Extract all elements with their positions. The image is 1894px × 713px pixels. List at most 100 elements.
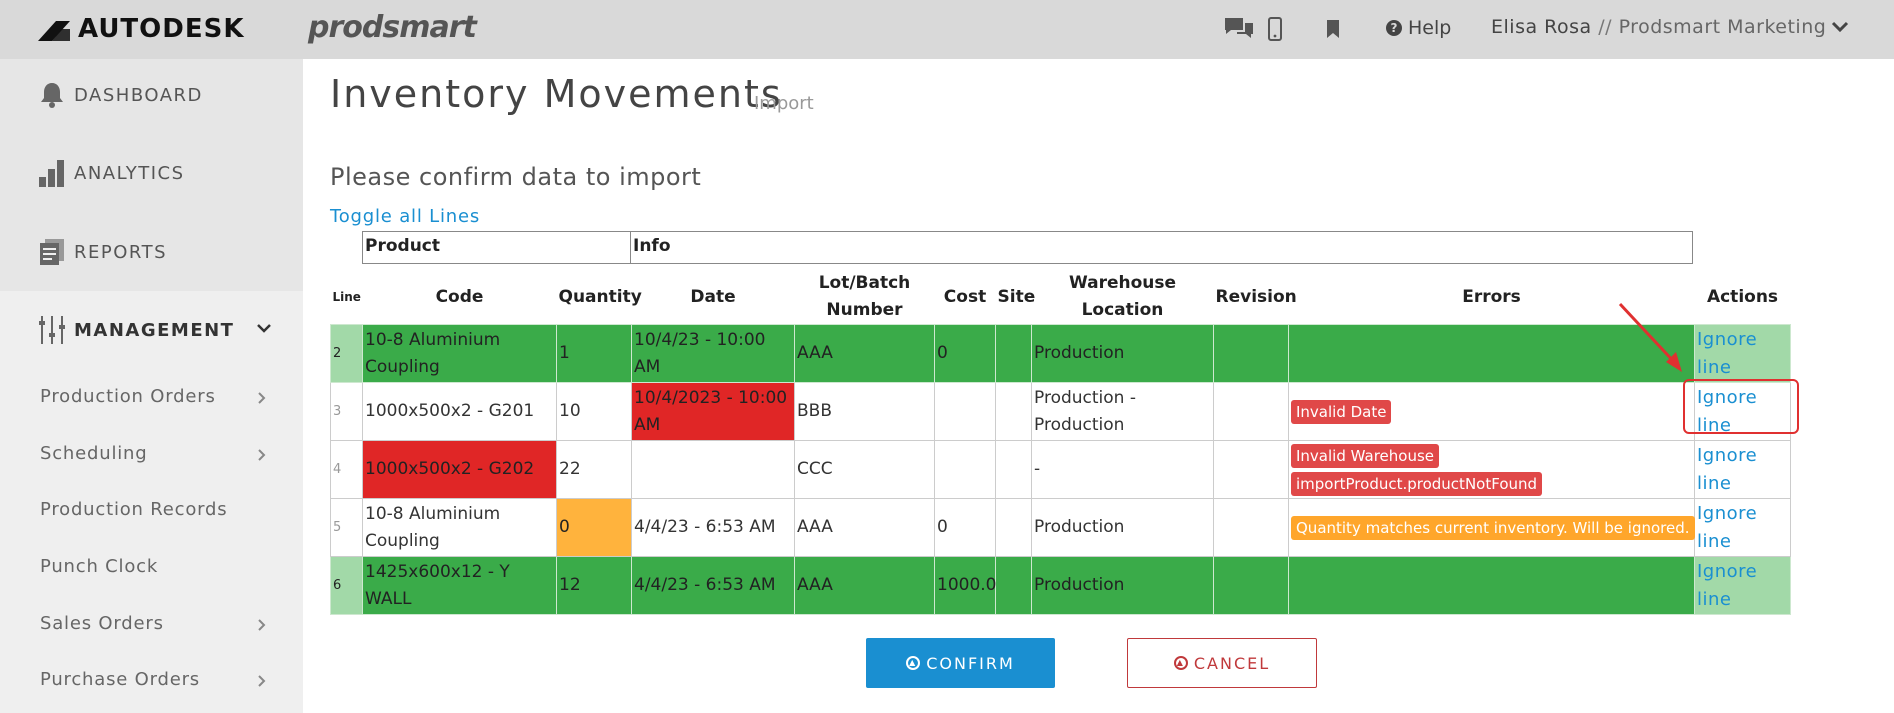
- cell-lot: BBB: [794, 382, 935, 441]
- cell-actions: Ignore line: [1694, 324, 1791, 383]
- warning-badge: Quantity matches current inventory. Will…: [1291, 515, 1695, 540]
- sidebar-item-label: MANAGEMENT: [74, 319, 235, 341]
- user-menu[interactable]: Elisa Rosa // Prodsmart Marketing: [1491, 16, 1826, 38]
- page-title: Inventory Movements: [330, 72, 783, 116]
- cell-site: [995, 498, 1032, 557]
- chat-icon[interactable]: [1223, 14, 1255, 44]
- column-header-quantity: Quantity: [558, 286, 642, 307]
- cell-errors: [1288, 556, 1695, 615]
- cell-date: 4/4/23 - 6:53 AM: [631, 498, 795, 557]
- ignore-line-link[interactable]: Ignore line: [1697, 561, 1757, 610]
- column-header-cost: Cost: [943, 286, 987, 307]
- sidebar-subitem-purchase-orders[interactable]: Purchase Orders: [40, 669, 200, 690]
- sidebar-item-management[interactable]: MANAGEMENT: [38, 316, 234, 344]
- ignore-line-link[interactable]: Ignore line: [1697, 329, 1757, 378]
- cancel-button-label: CANCEL: [1193, 653, 1271, 673]
- cell-actions: Ignore line: [1694, 556, 1791, 615]
- toggle-all-lines-link[interactable]: Toggle all Lines: [330, 206, 480, 227]
- cell-warehouse: Production: [1031, 556, 1214, 615]
- cell-quantity: 10: [556, 382, 632, 441]
- cell-errors: Quantity matches current inventory. Will…: [1288, 498, 1695, 557]
- table-row: 4 1000x500x2 - G202 22 CCC - Invalid War…: [330, 440, 1791, 499]
- sidebar-subitem-scheduling[interactable]: Scheduling: [40, 443, 147, 464]
- sidebar-item-label: DASHBOARD: [74, 84, 203, 106]
- sidebar-item-dashboard[interactable]: DASHBOARD: [38, 81, 203, 109]
- cell-errors: Invalid Warehouse importProduct.productN…: [1288, 440, 1695, 499]
- cell-actions: Ignore line: [1694, 440, 1791, 499]
- table-row: 6 1425x600x12 - Y WALL 12 4/4/23 - 6:53 …: [330, 556, 1791, 615]
- sliders-icon: [38, 316, 66, 344]
- arrow-up-circle-icon: ▲: [906, 656, 921, 670]
- cell-actions: Ignore line: [1694, 382, 1791, 441]
- cell-code: 1425x600x12 - Y WALL: [362, 556, 557, 615]
- cell-warehouse: Production: [1031, 324, 1214, 383]
- chevron-right-icon: [258, 675, 266, 687]
- ignore-line-link[interactable]: Ignore line: [1697, 387, 1757, 436]
- cell-code: 1000x500x2 - G201: [362, 382, 557, 441]
- confirm-message: Please confirm data to import: [330, 163, 702, 191]
- help-link[interactable]: ? Help: [1386, 17, 1451, 39]
- column-header-site: Site: [997, 286, 1036, 307]
- cell-line: 3: [330, 382, 363, 441]
- column-header-lot: Lot/Batch Number: [818, 273, 911, 320]
- cell-line: 6: [330, 556, 363, 615]
- document-icon: [38, 238, 66, 266]
- sidebar-item-reports[interactable]: REPORTS: [38, 238, 167, 266]
- table-row: 3 1000x500x2 - G201 10 10/4/2023 - 10:00…: [330, 382, 1791, 441]
- cell-warehouse: Production: [1031, 498, 1214, 557]
- autodesk-wordmark: AUTODESK: [78, 14, 245, 44]
- column-header-actions: Actions: [1706, 286, 1779, 307]
- ignore-line-link[interactable]: Ignore line: [1697, 503, 1757, 552]
- cell-line: 2: [330, 324, 363, 383]
- help-icon: ?: [1386, 20, 1402, 36]
- cell-warehouse: Production - Production: [1031, 382, 1214, 441]
- prodsmart-logo[interactable]: prodsmart: [308, 10, 477, 45]
- cell-revision: [1213, 498, 1289, 557]
- error-badge: Invalid Date: [1291, 399, 1392, 424]
- cell-quantity: 12: [556, 556, 632, 615]
- column-header-code: Code: [435, 286, 484, 307]
- import-table: Line Code Quantity Date Lot/Batch Number…: [330, 270, 1791, 615]
- table-row: 2 10-8 Aluminium Coupling 1 10/4/23 - 10…: [330, 324, 1791, 383]
- sidebar-item-analytics[interactable]: ANALYTICS: [38, 159, 185, 187]
- column-header-date: Date: [690, 286, 736, 307]
- autodesk-logo[interactable]: AUTODESK: [38, 14, 245, 44]
- ignore-line-link[interactable]: Ignore line: [1697, 445, 1757, 494]
- cell-cost: [934, 382, 996, 441]
- cell-cost: [934, 440, 996, 499]
- sidebar-subitem-production-orders[interactable]: Production Orders: [40, 386, 216, 407]
- sidebar-item-label: ANALYTICS: [74, 162, 185, 184]
- cell-quantity: 1: [556, 324, 632, 383]
- column-header-warehouse: Warehouse Location: [1068, 273, 1177, 320]
- arrow-up-circle-icon: ▲: [1173, 656, 1188, 670]
- cancel-button[interactable]: ▲ CANCEL: [1127, 638, 1317, 688]
- cell-errors: [1288, 324, 1695, 383]
- user-name: Elisa Rosa: [1491, 16, 1592, 38]
- mobile-icon[interactable]: [1259, 14, 1291, 44]
- table-header-row: Line Code Quantity Date Lot/Batch Number…: [331, 270, 1791, 325]
- group-header-info: Info: [630, 231, 1693, 264]
- chevron-right-icon: [258, 392, 266, 404]
- cell-code: 10-8 Aluminium Coupling: [362, 498, 557, 557]
- sidebar-subitem-production-records[interactable]: Production Records: [40, 499, 227, 520]
- cell-date: 4/4/23 - 6:53 AM: [631, 556, 795, 615]
- cell-actions: Ignore line: [1694, 498, 1791, 557]
- cell-site: [995, 556, 1032, 615]
- help-label: Help: [1408, 17, 1452, 39]
- confirm-button[interactable]: ▲ CONFIRM: [866, 638, 1055, 688]
- table-row: 5 10-8 Aluminium Coupling 0 4/4/23 - 6:5…: [330, 498, 1791, 557]
- cell-cost: 0: [934, 324, 996, 383]
- cell-errors: Invalid Date: [1288, 382, 1695, 441]
- sidebar-subitem-sales-orders[interactable]: Sales Orders: [40, 613, 164, 634]
- chevron-down-icon[interactable]: [1831, 20, 1849, 34]
- cell-line: 4: [330, 440, 363, 499]
- chevron-down-icon[interactable]: [256, 322, 272, 334]
- cell-site: [995, 324, 1032, 383]
- cell-revision: [1213, 440, 1289, 499]
- bookmark-icon[interactable]: [1317, 14, 1349, 44]
- chevron-right-icon: [258, 449, 266, 461]
- sidebar-subitem-punch-clock[interactable]: Punch Clock: [40, 556, 158, 577]
- cell-lot: AAA: [794, 498, 935, 557]
- cell-quantity-warning: 0: [556, 498, 632, 557]
- cell-line: 5: [330, 498, 363, 557]
